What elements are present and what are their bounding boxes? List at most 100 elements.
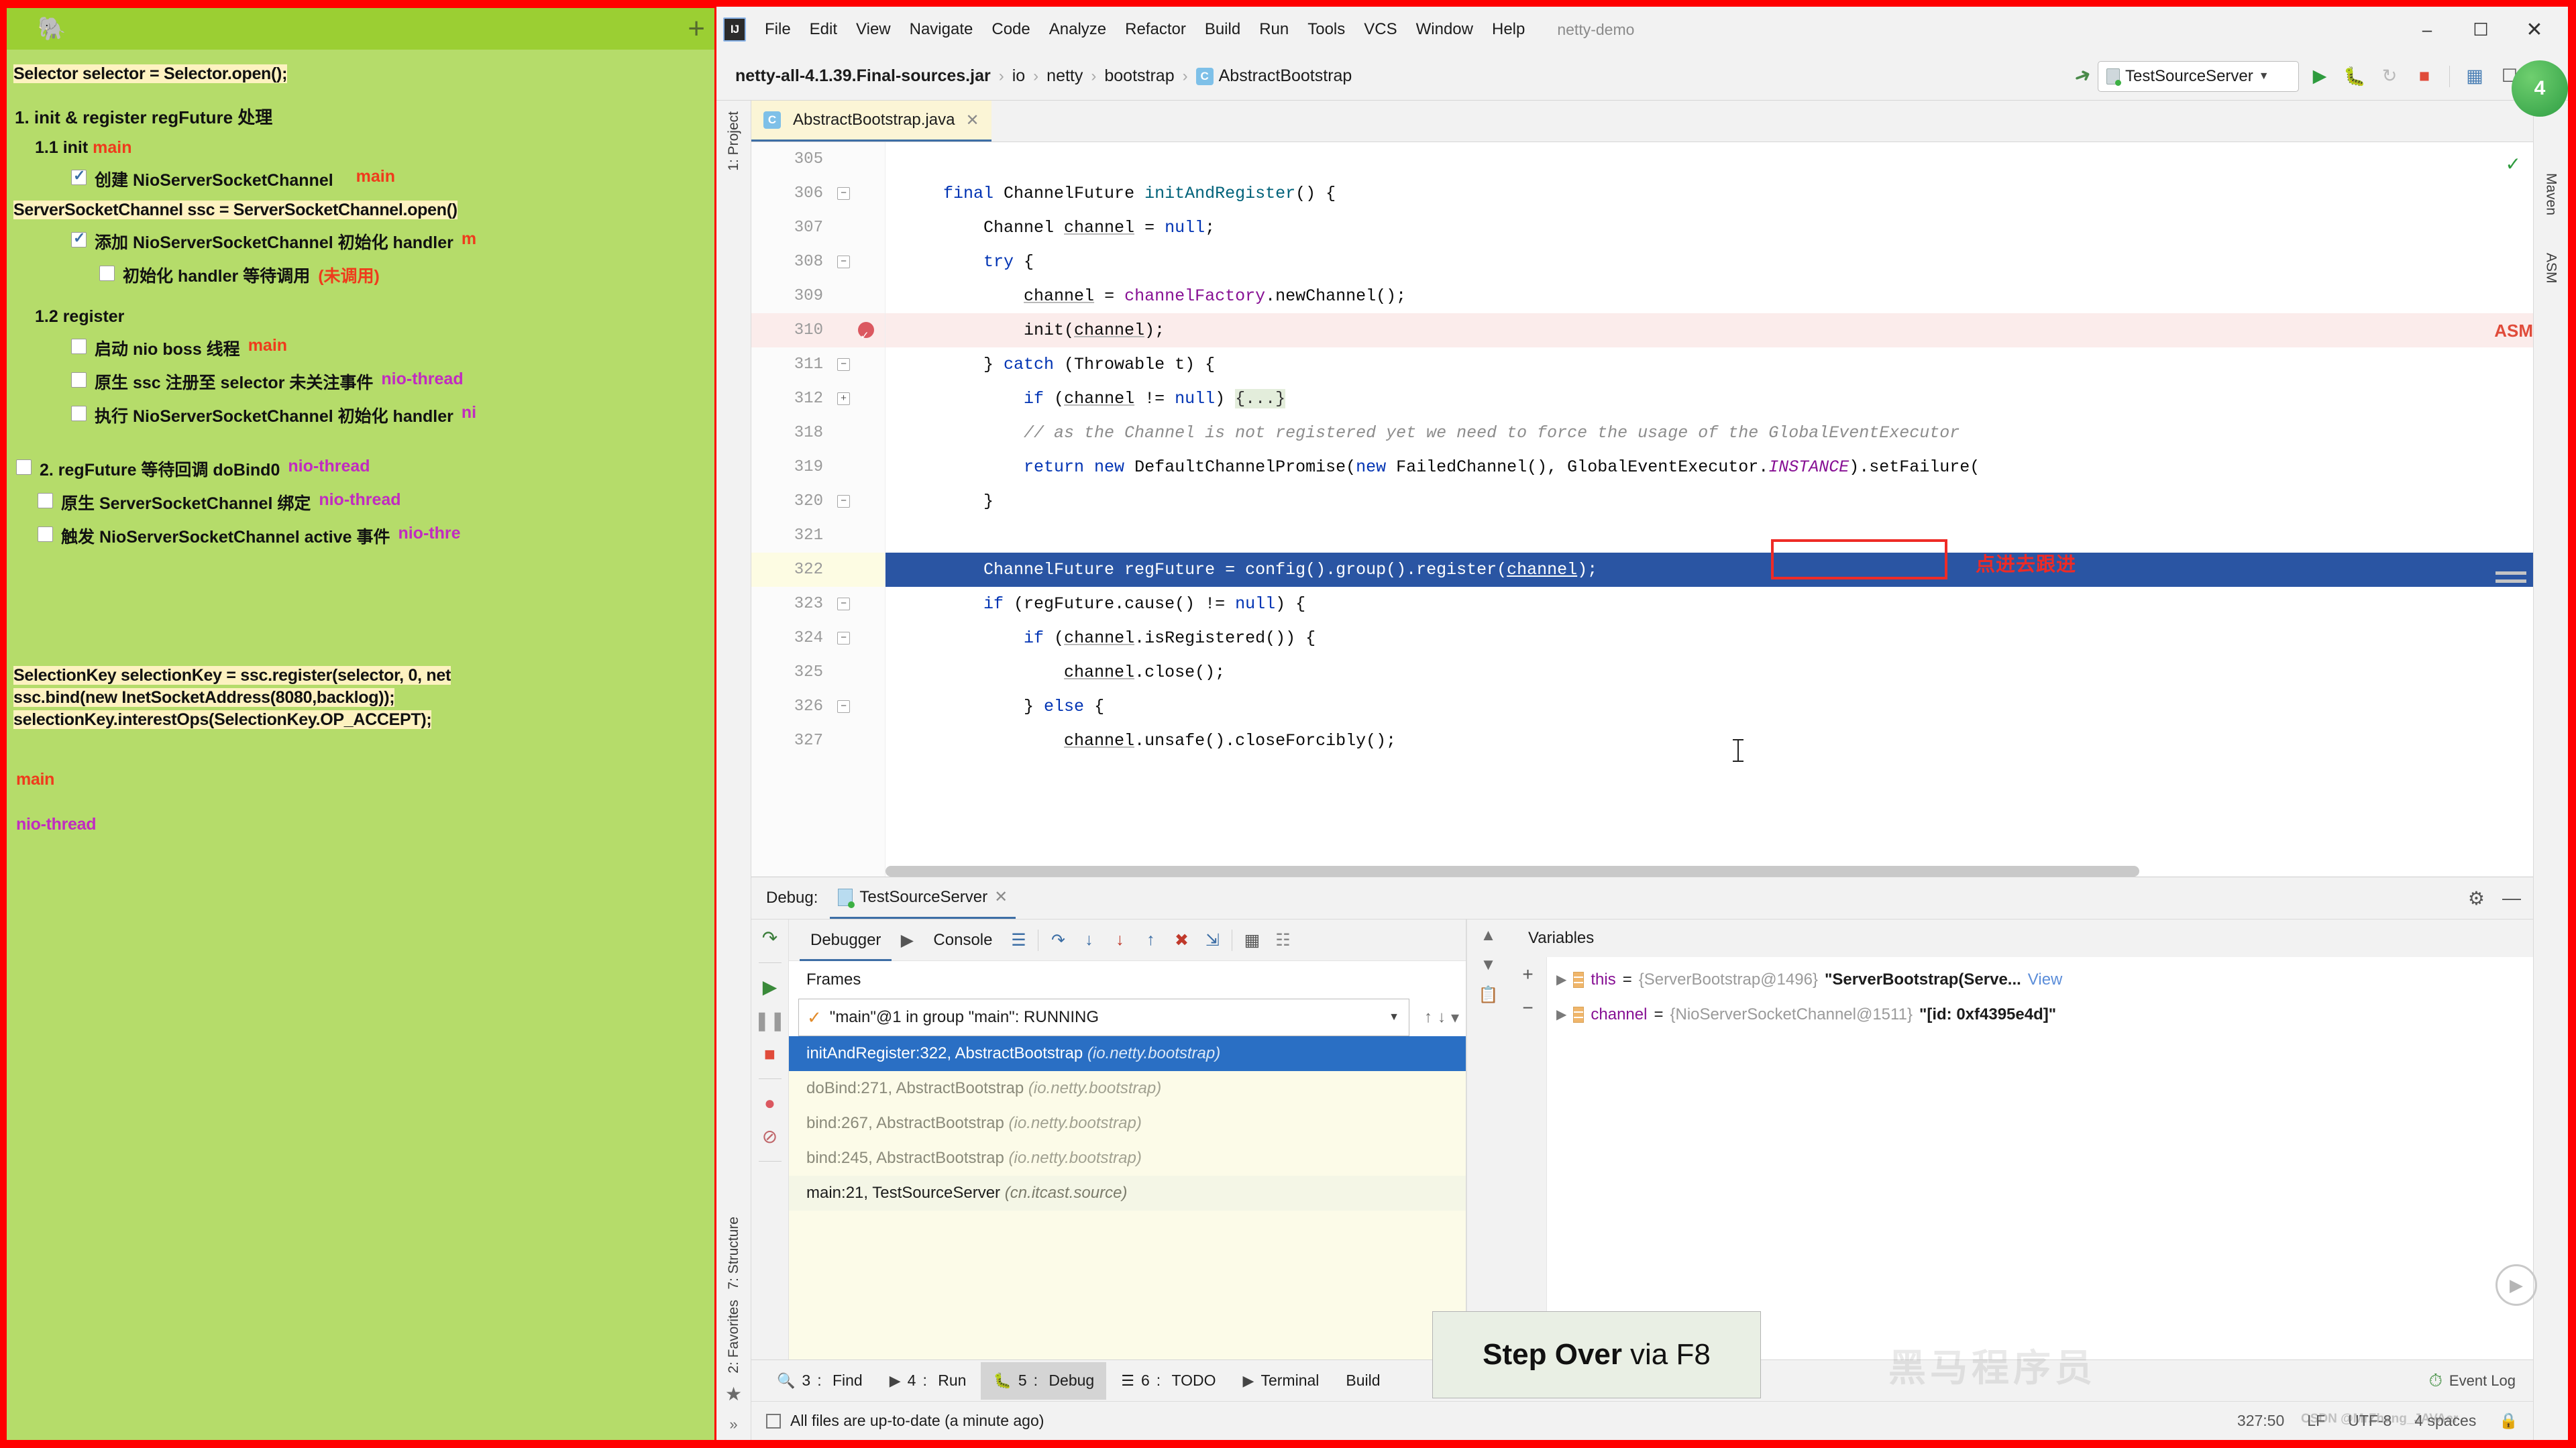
note-checkbox-item[interactable]: 执行 NioServerSocketChannel 初始化 handler ni <box>7 403 714 427</box>
mute-breakpoints-icon[interactable]: ⊘ <box>762 1127 777 1146</box>
checkbox-unchecked-icon[interactable] <box>38 526 53 542</box>
frame-row[interactable]: bind:267, AbstractBootstrap (io.netty.bo… <box>789 1106 1466 1141</box>
console-icon[interactable]: ▶ <box>892 930 922 950</box>
editor-tab-abstractbootstrap[interactable]: C AbstractBootstrap.java ✕ <box>751 101 991 142</box>
tool-window-terminal[interactable]: ▶ Terminal <box>1231 1362 1332 1400</box>
project-structure-icon[interactable]: ▦ <box>2461 66 2489 87</box>
rerun-icon[interactable]: ↷ <box>762 929 777 948</box>
settings-icon[interactable]: ☷ <box>1267 930 1298 950</box>
menu-tools[interactable]: Tools <box>1298 17 1354 42</box>
stop-icon[interactable]: ■ <box>2410 66 2438 87</box>
note-checkbox-item[interactable]: 触发 NioServerSocketChannel active 事件 nio-… <box>7 524 714 548</box>
breadcrumb-bootstrap[interactable]: bootstrap <box>1104 66 1174 86</box>
scroll-down-icon[interactable]: ▼ <box>1481 956 1497 974</box>
tool-window-debug[interactable]: 🐛 5: Debug <box>981 1361 1107 1400</box>
note-checkbox-item[interactable]: 启动 nio boss 线程 main <box>7 336 714 360</box>
scrollbar-thumb[interactable] <box>885 866 2139 877</box>
add-note-icon[interactable]: + <box>688 12 705 46</box>
pause-program-icon[interactable]: ❚❚ <box>754 1011 786 1030</box>
run-icon[interactable]: ▶ <box>2306 66 2334 87</box>
filter-frames-icon[interactable]: ▾ <box>1451 1008 1459 1027</box>
frame-row[interactable]: initAndRegister:322, AbstractBootstrap (… <box>789 1036 1466 1071</box>
note-checkbox-item[interactable]: 添加 NioServerSocketChannel 初始化 handler m <box>7 229 714 254</box>
view-link[interactable]: View <box>2028 962 2063 997</box>
scroll-up-icon[interactable]: ▲ <box>1481 926 1497 945</box>
sidebar-item-project[interactable]: 1: Project <box>726 106 742 176</box>
checkbox-unchecked-icon[interactable] <box>99 266 115 281</box>
evaluate-expression-icon[interactable]: ▦ <box>1236 930 1267 950</box>
step-out-icon[interactable]: ↑ <box>1135 930 1166 950</box>
breadcrumb-root[interactable]: netty-all-4.1.39.Final-sources.jar <box>735 66 991 86</box>
add-watch-icon[interactable]: + <box>1522 964 1533 985</box>
fold-minus-icon[interactable]: − <box>837 632 850 645</box>
tab-debugger[interactable]: Debugger <box>800 920 892 961</box>
event-log-button[interactable]: ⏱ Event Log <box>2429 1370 2516 1392</box>
variable-row[interactable]: ▶ this = {ServerBootstrap@1496} "ServerB… <box>1547 962 2533 997</box>
line-separator[interactable]: LF <box>2307 1412 2325 1430</box>
breadcrumb-io[interactable]: io <box>1012 66 1025 86</box>
close-session-icon[interactable]: ✕ <box>994 887 1008 907</box>
checkbox-unchecked-icon[interactable] <box>71 406 87 421</box>
breakpoint-icon[interactable] <box>858 319 874 353</box>
menu-edit[interactable]: Edit <box>800 17 847 42</box>
menu-navigate[interactable]: Navigate <box>900 17 983 42</box>
menu-analyze[interactable]: Analyze <box>1040 17 1116 42</box>
menu-code[interactable]: Code <box>982 17 1039 42</box>
lock-icon[interactable]: 🔒 <box>2499 1412 2518 1430</box>
floating-play-icon[interactable]: ▶ <box>2496 1264 2537 1306</box>
remove-watch-icon[interactable]: − <box>1522 997 1533 1019</box>
horizontal-scrollbar[interactable] <box>885 866 2493 877</box>
frames-list[interactable]: initAndRegister:322, AbstractBootstrap (… <box>789 1036 1466 1359</box>
note-checkbox-item[interactable]: 原生 ssc 注册至 selector 未关注事件 nio-thread <box>7 370 714 394</box>
indent-setting[interactable]: 4 spaces <box>2414 1412 2476 1430</box>
tab-console[interactable]: Console <box>922 920 1003 961</box>
fold-minus-icon[interactable]: − <box>837 700 850 713</box>
sidebar-item-favorites[interactable]: 2: Favorites <box>726 1294 742 1379</box>
tool-window-build[interactable]: Build <box>1334 1362 1392 1400</box>
minimize-button[interactable]: – <box>2400 9 2454 50</box>
frame-row[interactable]: doBind:271, AbstractBootstrap (io.netty.… <box>789 1071 1466 1106</box>
step-over-icon[interactable]: ↷ <box>1042 930 1073 950</box>
debug-session-tab[interactable]: TestSourceServer ✕ <box>830 877 1016 919</box>
checkbox-checked-icon[interactable] <box>71 167 87 185</box>
checkbox-unchecked-icon[interactable] <box>38 493 53 508</box>
code-editor[interactable]: 305 306− 307 308− 309 310 311− 312+ 318 … <box>751 142 2533 877</box>
sidebar-item-asm[interactable]: ASM <box>2543 247 2559 289</box>
sidebar-item-structure[interactable]: 7: Structure <box>726 1211 742 1295</box>
code-text-area[interactable]: final ChannelFuture initAndRegister() { … <box>885 142 2533 877</box>
editor-gutter[interactable]: 305 306− 307 308− 309 310 311− 312+ 318 … <box>751 142 885 877</box>
menu-run[interactable]: Run <box>1250 17 1298 42</box>
note-checkbox-item[interactable]: 创建 NioServerSocketChannel main <box>7 167 714 191</box>
menu-refactor[interactable]: Refactor <box>1116 17 1195 42</box>
checkbox-unchecked-icon[interactable] <box>16 459 32 475</box>
note-checkbox-item[interactable]: 初始化 handler 等待调用 (未调用) <box>7 263 714 287</box>
menu-file[interactable]: File <box>755 17 800 42</box>
checkbox-checked-icon[interactable] <box>71 229 87 247</box>
frame-row[interactable]: bind:245, AbstractBootstrap (io.netty.bo… <box>789 1141 1466 1176</box>
maven-notification-badge[interactable]: 4 <box>2512 60 2568 117</box>
menu-view[interactable]: View <box>847 17 900 42</box>
note-checkbox-item[interactable]: 原生 ServerSocketChannel 绑定 nio-thread <box>7 490 714 514</box>
menu-vcs[interactable]: VCS <box>1354 17 1406 42</box>
sidebar-item-maven[interactable]: Maven <box>2543 168 2559 221</box>
view-breakpoints-icon[interactable]: ● <box>764 1094 775 1113</box>
copy-stack-icon[interactable]: 📋 <box>1479 985 1499 1005</box>
favorites-star-icon[interactable]: ★ <box>725 1379 742 1409</box>
layout-icon[interactable]: ☰ <box>1003 930 1034 950</box>
fold-minus-icon[interactable]: − <box>837 187 850 200</box>
build-hammer-icon[interactable]: ➜ <box>2071 62 2095 90</box>
checkbox-unchecked-icon[interactable] <box>71 339 87 354</box>
maximize-button[interactable]: ☐ <box>2454 9 2508 50</box>
fold-plus-icon[interactable]: + <box>837 392 850 405</box>
step-into-icon[interactable]: ↓ <box>1073 930 1104 950</box>
tool-window-find[interactable]: 🔍 3: Find <box>765 1362 875 1400</box>
run-configuration-selector[interactable]: TestSourceServer ▼ <box>2098 60 2299 92</box>
close-tab-icon[interactable]: ✕ <box>965 111 979 130</box>
expand-triangle-icon[interactable]: ▶ <box>1556 962 1566 997</box>
menu-build[interactable]: Build <box>1195 17 1250 42</box>
close-button[interactable]: ✕ <box>2508 9 2561 50</box>
caret-position[interactable]: 327:50 <box>2237 1412 2284 1430</box>
chevron-down-icon[interactable]: ▼ <box>2259 70 2269 82</box>
move-up-icon[interactable]: ↑ <box>1424 1008 1432 1027</box>
frame-row[interactable]: main:21, TestSourceServer (cn.itcast.sou… <box>789 1176 1466 1211</box>
